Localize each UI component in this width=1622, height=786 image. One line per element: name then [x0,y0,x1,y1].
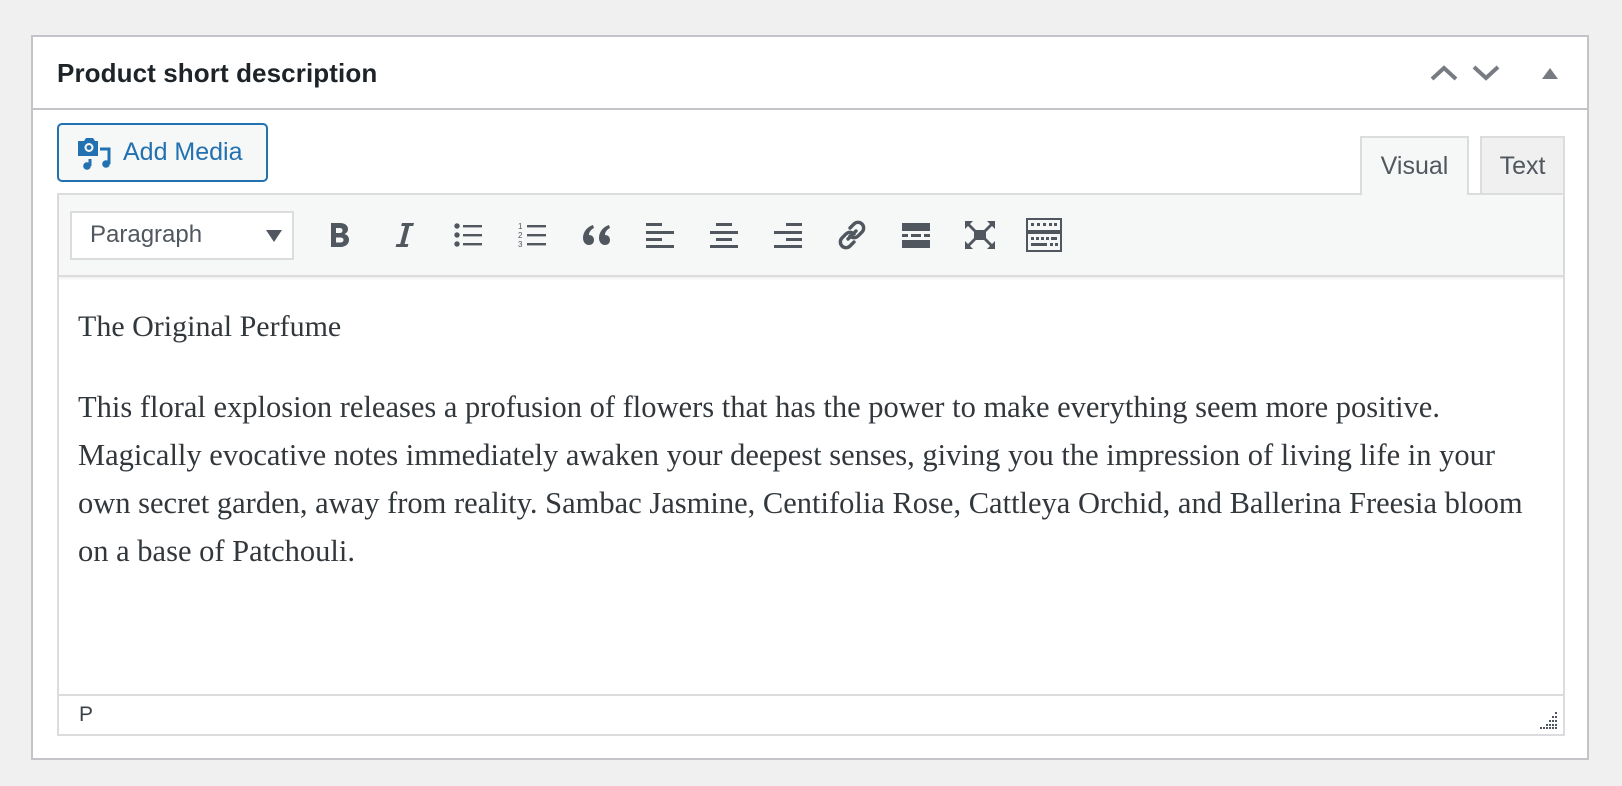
content-paragraph-title: The Original Perfume [78,310,342,343]
resize-handle-icon[interactable] [1539,710,1559,730]
align-center-icon [710,223,738,248]
element-path[interactable]: P [79,703,93,727]
align-left-button[interactable] [628,210,692,260]
block-format-value: Paragraph [90,221,203,248]
read-more-icon [902,223,930,248]
metabox-handle-actions [1423,55,1567,91]
dropdown-caret-icon [266,229,282,242]
italic-button[interactable] [372,210,436,260]
bulleted-list-button[interactable] [436,210,500,260]
align-right-button[interactable] [756,210,820,260]
tab-visual[interactable]: Visual [1360,136,1469,195]
bold-button[interactable] [308,210,372,260]
tab-visual-label: Visual [1380,152,1449,180]
metabox-title: Product short description [57,58,378,88]
blockquote-button[interactable] [564,210,628,260]
align-right-icon [774,223,802,248]
move-down-button[interactable] [1465,55,1507,91]
numbered-list-button[interactable]: 123 [500,210,564,260]
move-up-button[interactable] [1423,55,1465,91]
svg-text:2: 2 [518,231,523,240]
numbered-list-icon: 123 [518,222,546,249]
media-camera-music-icon [78,137,111,170]
fullscreen-button[interactable] [948,210,1012,260]
align-left-icon [646,223,674,248]
toggle-panel-button[interactable] [1507,55,1567,91]
block-format-select[interactable]: Paragraph [70,210,294,260]
product-short-description-metabox: Product short description Add Media Visu… [31,35,1589,760]
chevron-down-icon [1472,65,1500,81]
italic-icon [395,223,414,247]
insert-link-button[interactable] [820,210,884,260]
editor-statusbar: P [59,694,1563,734]
link-icon [838,220,866,250]
svg-text:1: 1 [518,222,523,231]
tab-text-label: Text [1499,151,1546,180]
rich-text-editor: Paragraph 123 The Original Perfume This … [57,193,1565,736]
toolbar-toggle-button[interactable] [1012,210,1076,260]
add-media-button[interactable]: Add Media [57,123,268,182]
read-more-button[interactable] [884,210,948,260]
bulleted-list-icon [454,223,482,247]
add-media-label: Add Media [123,138,243,166]
tab-text[interactable]: Text [1480,136,1565,194]
editor-toolbar: Paragraph 123 [59,195,1563,277]
triangle-up-icon [1542,68,1558,79]
svg-text:3: 3 [518,240,523,249]
content-paragraph-description: This floral explosion releases a profusi… [78,390,1523,568]
bold-icon [331,223,349,247]
blockquote-icon [583,225,610,245]
align-center-button[interactable] [692,210,756,260]
chevron-up-icon [1430,65,1458,81]
fullscreen-icon [965,221,995,249]
editor-content-area[interactable]: The Original Perfume This floral explosi… [59,277,1563,682]
keyboard-toolbar-toggle-icon [1026,218,1062,252]
metabox-header: Product short description [33,37,1587,110]
